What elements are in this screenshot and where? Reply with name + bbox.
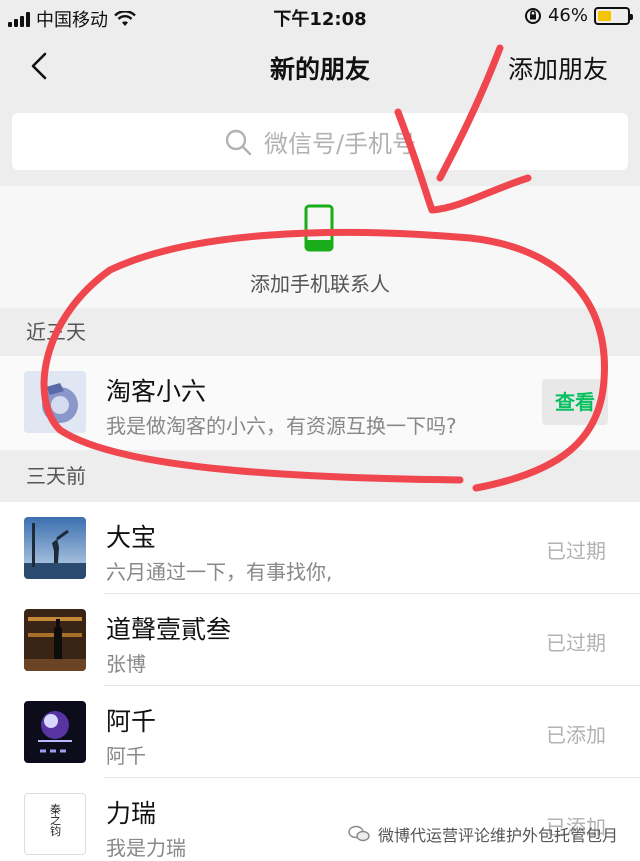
section-header-older: 三天前: [0, 450, 640, 502]
status-label: 已过期: [546, 539, 606, 563]
friend-name: 道聲壹貳叁: [106, 615, 232, 644]
battery-icon: [594, 6, 633, 25]
battery-percent: 46%: [547, 5, 588, 26]
status-bar: 中国移动 下午12:08 46%: [0, 0, 640, 34]
add-phone-contacts-label: 添加手机联系人: [250, 272, 390, 296]
search-input[interactable]: 微信号/手机号: [12, 113, 628, 170]
friend-request-row[interactable]: 秦之钧 力瑞 我是力瑞 已添加: [0, 778, 640, 861]
friend-name: 大宝: [106, 523, 157, 552]
friend-message: 我是力瑞: [106, 836, 186, 860]
watermark-text: 微博代运营评论维护外包托管包月: [377, 826, 618, 845]
mobile-phone-icon: [304, 204, 334, 252]
section-header-recent: 近三天: [0, 308, 640, 356]
add-phone-contacts-button[interactable]: 添加手机联系人: [0, 186, 640, 308]
avatar: [24, 371, 86, 433]
friend-message: 我是做淘客的小六，有资源互换一下吗?: [106, 414, 457, 438]
avatar: [24, 517, 86, 579]
rotation-lock-icon: [524, 7, 541, 24]
avatar: 秦之钧: [24, 793, 86, 855]
avatar: [24, 701, 86, 763]
friend-message: 六月通过一下，有事找你,: [106, 560, 333, 584]
wechat-icon: [348, 825, 370, 842]
search-placeholder: 微信号/手机号: [263, 130, 417, 158]
friend-name: 力瑞: [106, 799, 157, 828]
friend-request-row[interactable]: 淘客小六 我是做淘客的小六，有资源互换一下吗? 查看: [0, 356, 640, 450]
friend-name: 淘客小六: [106, 377, 207, 406]
avatar-calligraphy: 秦之钧: [49, 802, 62, 837]
watermark: 微博代运营评论维护外包托管包月: [348, 822, 618, 846]
add-friend-button[interactable]: 添加朋友: [508, 50, 608, 86]
avatar: [24, 609, 86, 671]
friend-name: 阿千: [106, 707, 157, 736]
friend-request-row[interactable]: 道聲壹貳叁 张博 已过期: [0, 594, 640, 686]
status-label: 已添加: [546, 723, 606, 747]
friend-message: 张博: [106, 652, 146, 676]
nav-bar: 新的朋友 添加朋友: [0, 34, 640, 98]
view-button[interactable]: 查看: [542, 379, 608, 425]
search-icon: [225, 129, 252, 155]
friend-request-row[interactable]: 大宝 六月通过一下，有事找你, 已过期: [0, 502, 640, 594]
friend-message: 阿千: [106, 744, 146, 768]
status-label: 已过期: [546, 631, 606, 655]
friend-request-row[interactable]: 阿千 阿千 已添加: [0, 686, 640, 778]
